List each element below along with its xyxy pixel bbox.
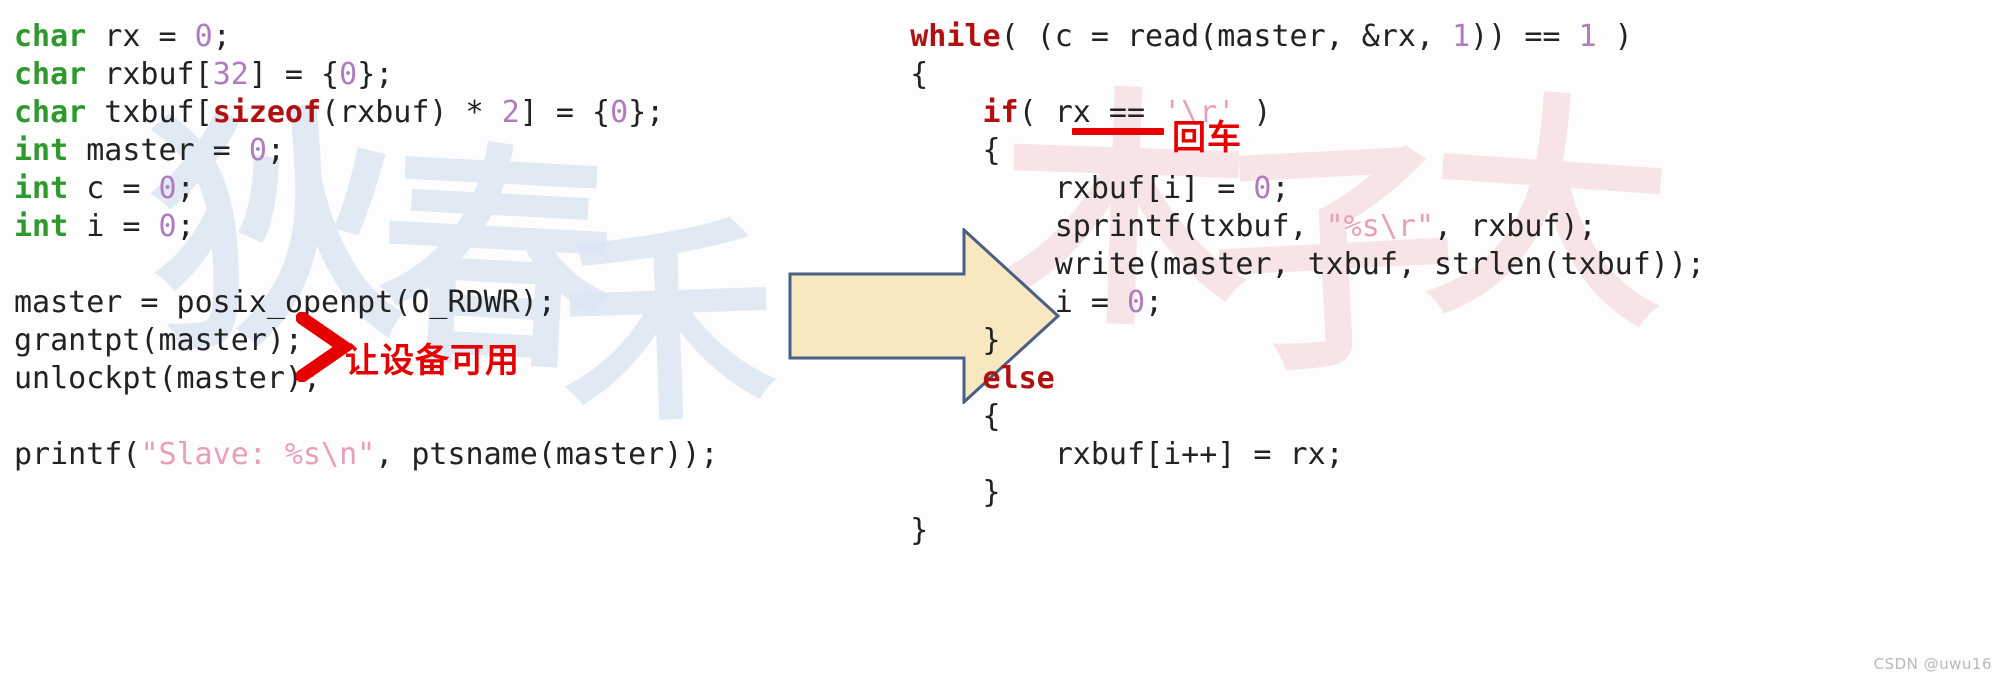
code-token: }; bbox=[357, 57, 394, 92]
code-token: sizeof bbox=[212, 95, 322, 130]
code-token: c = bbox=[68, 171, 159, 206]
code-line: master = posix_openpt(O_RDWR); bbox=[14, 284, 718, 322]
code-token: int bbox=[14, 209, 69, 244]
code-line: rxbuf[i++] = rx; bbox=[838, 436, 1705, 474]
code-line: if( rx == '\r' ) bbox=[838, 94, 1705, 132]
code-token: ) bbox=[1596, 19, 1633, 54]
code-token: 0 bbox=[158, 171, 177, 206]
code-token: i = bbox=[68, 209, 159, 244]
code-token: { bbox=[838, 399, 1001, 434]
code-token: rxbuf[i] = bbox=[838, 171, 1254, 206]
code-line: char txbuf[sizeof(rxbuf) * 2] = {0}; bbox=[14, 94, 718, 132]
code-line: } bbox=[838, 474, 1705, 512]
code-token: ; bbox=[212, 19, 231, 54]
code-token: ] = { bbox=[248, 57, 340, 92]
code-block-left: char rx = 0; char rxbuf[32] = {0}; char tx… bbox=[14, 18, 718, 474]
code-token: )) == bbox=[1470, 19, 1579, 54]
code-token: 0 bbox=[1253, 171, 1272, 206]
code-token: "Slave: %s\n" bbox=[140, 437, 376, 472]
code-token: ; bbox=[266, 133, 285, 168]
code-line: char rxbuf[32] = {0}; bbox=[14, 56, 718, 94]
code-token: "%s\r" bbox=[1325, 209, 1435, 244]
code-token: 32 bbox=[212, 57, 249, 92]
code-token: rxbuf[i++] = rx; bbox=[838, 437, 1344, 472]
code-token: if bbox=[982, 95, 1019, 130]
code-line: } bbox=[838, 322, 1705, 360]
code-token: (rxbuf) * bbox=[321, 95, 502, 130]
code-token: ( rx == bbox=[1018, 95, 1164, 130]
code-line: sprintf(txbuf, "%s\r", rxbuf); bbox=[838, 208, 1705, 246]
code-token: , ptsname(master)); bbox=[375, 437, 719, 472]
code-token: char bbox=[14, 19, 87, 54]
code-line: int master = 0; bbox=[14, 132, 718, 170]
code-token: } bbox=[838, 513, 929, 548]
code-token: 0 bbox=[248, 133, 267, 168]
code-line: } bbox=[838, 512, 1705, 550]
annotation-chevron-right-icon bbox=[296, 312, 352, 382]
code-token: ; bbox=[1145, 285, 1164, 320]
annotation-left-label: 让设备可用 bbox=[345, 341, 520, 381]
code-token: grantpt(master); bbox=[14, 323, 303, 358]
code-line: while( (c = read(master, &rx, 1)) == 1 ) bbox=[838, 18, 1705, 56]
code-line: { bbox=[838, 132, 1705, 170]
code-token: unlockpt(master); bbox=[14, 361, 322, 396]
code-token: 0 bbox=[1126, 285, 1146, 320]
code-token: 2 bbox=[501, 95, 520, 130]
annotation-underline-marker bbox=[1072, 128, 1164, 135]
csdn-watermark: CSDN @uwu16 bbox=[1873, 655, 1992, 673]
code-line: else bbox=[838, 360, 1705, 398]
code-line: char rx = 0; bbox=[14, 18, 718, 56]
screenshot-canvas: 狄 春 禾 木 子 大 char rx = 0; char rxbuf[32] =… bbox=[0, 0, 2000, 677]
code-token: } bbox=[838, 323, 1001, 358]
code-token: , rxbuf); bbox=[1434, 209, 1597, 244]
code-token: ; bbox=[176, 209, 195, 244]
code-token: else bbox=[982, 361, 1055, 396]
code-token: 0 bbox=[194, 19, 213, 54]
code-token: int bbox=[14, 133, 69, 168]
code-token: 1 bbox=[1452, 19, 1471, 54]
code-token: rx = bbox=[86, 19, 195, 54]
code-token: master = posix_openpt(O_RDWR); bbox=[14, 285, 556, 320]
code-token: { bbox=[838, 133, 1001, 168]
code-token: while bbox=[910, 19, 1001, 54]
code-token: char bbox=[14, 95, 87, 130]
code-token: rxbuf[ bbox=[86, 57, 213, 92]
code-line: write(master, txbuf, strlen(txbuf)); bbox=[838, 246, 1705, 284]
code-block-right: while( (c = read(master, &rx, 1)) == 1 )… bbox=[838, 18, 1705, 550]
annotation-right-label: 回车 bbox=[1172, 118, 1242, 158]
code-line: { bbox=[838, 56, 1705, 94]
code-token: printf( bbox=[14, 437, 141, 472]
code-token: int bbox=[14, 171, 69, 206]
code-token: txbuf[ bbox=[86, 95, 213, 130]
code-token: ] = { bbox=[519, 95, 611, 130]
code-token: sprintf(txbuf, bbox=[838, 209, 1326, 244]
code-line: i = 0; bbox=[838, 284, 1705, 322]
code-token: ; bbox=[1271, 171, 1290, 206]
code-token: write(master, txbuf, strlen(txbuf)); bbox=[838, 247, 1705, 282]
code-token: } bbox=[838, 475, 1001, 510]
code-line: printf("Slave: %s\n", ptsname(master)); bbox=[14, 436, 718, 474]
code-line: int c = 0; bbox=[14, 170, 718, 208]
code-token: 0 bbox=[610, 95, 629, 130]
code-token: master = bbox=[68, 133, 249, 168]
code-token: i = bbox=[838, 285, 1127, 320]
code-token: 0 bbox=[339, 57, 358, 92]
code-line: rxbuf[i] = 0; bbox=[838, 170, 1705, 208]
code-token: 0 bbox=[158, 209, 177, 244]
code-token: { bbox=[838, 57, 929, 92]
code-token: ( (c = read(master, &rx, bbox=[1000, 19, 1453, 54]
code-token: ; bbox=[176, 171, 195, 206]
code-line: int i = 0; bbox=[14, 208, 718, 246]
code-token: }; bbox=[628, 95, 665, 130]
code-line: { bbox=[838, 398, 1705, 436]
code-token: char bbox=[14, 57, 87, 92]
code-token: 1 bbox=[1578, 19, 1597, 54]
